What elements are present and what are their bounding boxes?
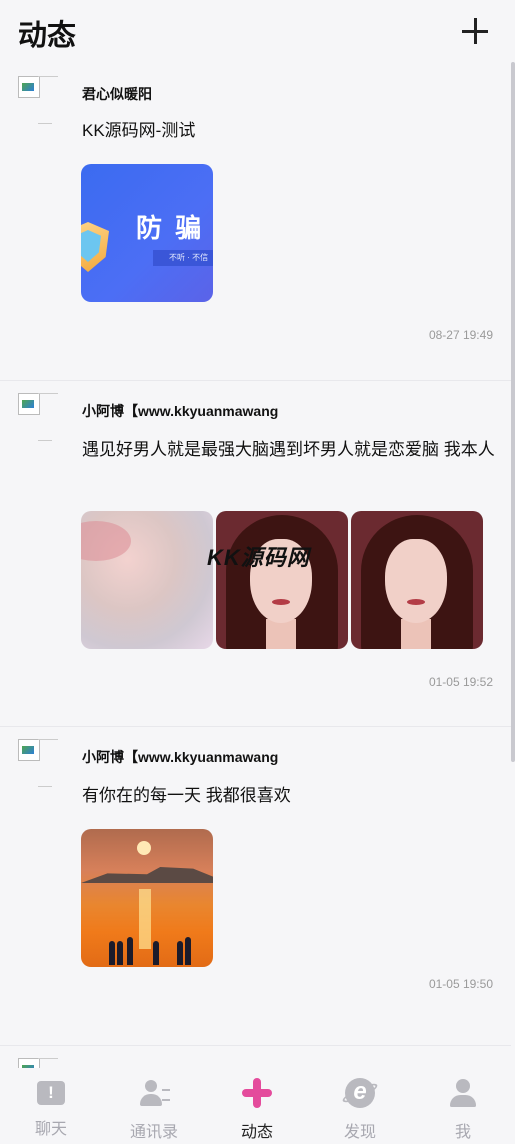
post-image[interactable] bbox=[216, 511, 348, 649]
post-images bbox=[81, 511, 483, 649]
moments-icon bbox=[242, 1078, 272, 1108]
discover-icon bbox=[345, 1078, 375, 1108]
post-username[interactable]: 君心似暖阳 bbox=[82, 84, 152, 104]
tab-label: 我 bbox=[454, 1124, 471, 1141]
me-icon bbox=[448, 1078, 478, 1108]
page-title: 动态 bbox=[18, 20, 77, 52]
avatar[interactable] bbox=[18, 393, 66, 441]
plus-icon[interactable] bbox=[462, 18, 488, 44]
shield-icon bbox=[81, 222, 109, 272]
post-image[interactable] bbox=[351, 511, 483, 649]
post-image[interactable] bbox=[81, 829, 213, 967]
post-item: 小阿博【www.kkyuanmawang 有你在的每一天 我都很喜欢 01-05… bbox=[0, 727, 511, 1046]
post-item: 君心似暖阳 KK源码网-测试 防 骗 不听 · 不信 08-27 19:49 bbox=[0, 64, 511, 381]
post-username[interactable]: 小阿博【www.kkyuanmawang bbox=[82, 747, 278, 767]
tab-label: 发现 bbox=[343, 1124, 376, 1141]
image-caption-small: 不听 · 不信 bbox=[153, 250, 213, 266]
image-caption-big: 防 骗 bbox=[136, 213, 205, 243]
tab-moments[interactable]: 动态 bbox=[217, 1078, 297, 1142]
post-image[interactable] bbox=[81, 511, 213, 649]
post-image-anti-fraud[interactable]: 防 骗 不听 · 不信 bbox=[81, 164, 213, 302]
tab-label: 通讯录 bbox=[129, 1124, 178, 1141]
post-images: 防 骗 不听 · 不信 bbox=[81, 164, 213, 302]
tab-me[interactable]: 我 bbox=[423, 1078, 503, 1142]
tab-label: 动态 bbox=[240, 1124, 273, 1141]
moments-feed: 君心似暖阳 KK源码网-测试 防 骗 不听 · 不信 08-27 19:49 小… bbox=[0, 64, 511, 1106]
post-time: 01-05 19:52 bbox=[428, 675, 493, 689]
avatar[interactable] bbox=[18, 76, 66, 124]
tab-chat[interactable]: 聊天 bbox=[11, 1078, 91, 1142]
header-bar: 动态 bbox=[0, 0, 515, 64]
avatar[interactable] bbox=[18, 739, 66, 787]
watermark: KK源码网 bbox=[207, 545, 310, 570]
tab-contacts[interactable]: 通讯录 bbox=[114, 1078, 194, 1142]
scrollbar[interactable] bbox=[511, 62, 515, 762]
tab-label: 聊天 bbox=[34, 1121, 67, 1138]
chat-icon bbox=[37, 1081, 65, 1105]
contacts-icon bbox=[139, 1078, 170, 1108]
post-username[interactable]: 小阿博【www.kkyuanmawang bbox=[82, 401, 278, 421]
post-content: 有你在的每一天 我都很喜欢 bbox=[82, 786, 291, 805]
bottom-tab-bar: 聊天 通讯录 动态 发现 我 bbox=[0, 1068, 515, 1144]
post-time: 01-05 19:50 bbox=[428, 977, 493, 991]
post-content: 遇见好男人就是最强大脑遇到坏男人就是恋爱脑 我本人 bbox=[82, 440, 495, 459]
tab-discover[interactable]: 发现 bbox=[320, 1078, 400, 1142]
post-time: 08-27 19:49 bbox=[428, 328, 493, 342]
post-images bbox=[81, 829, 213, 967]
post-content: KK源码网-测试 bbox=[82, 121, 196, 140]
